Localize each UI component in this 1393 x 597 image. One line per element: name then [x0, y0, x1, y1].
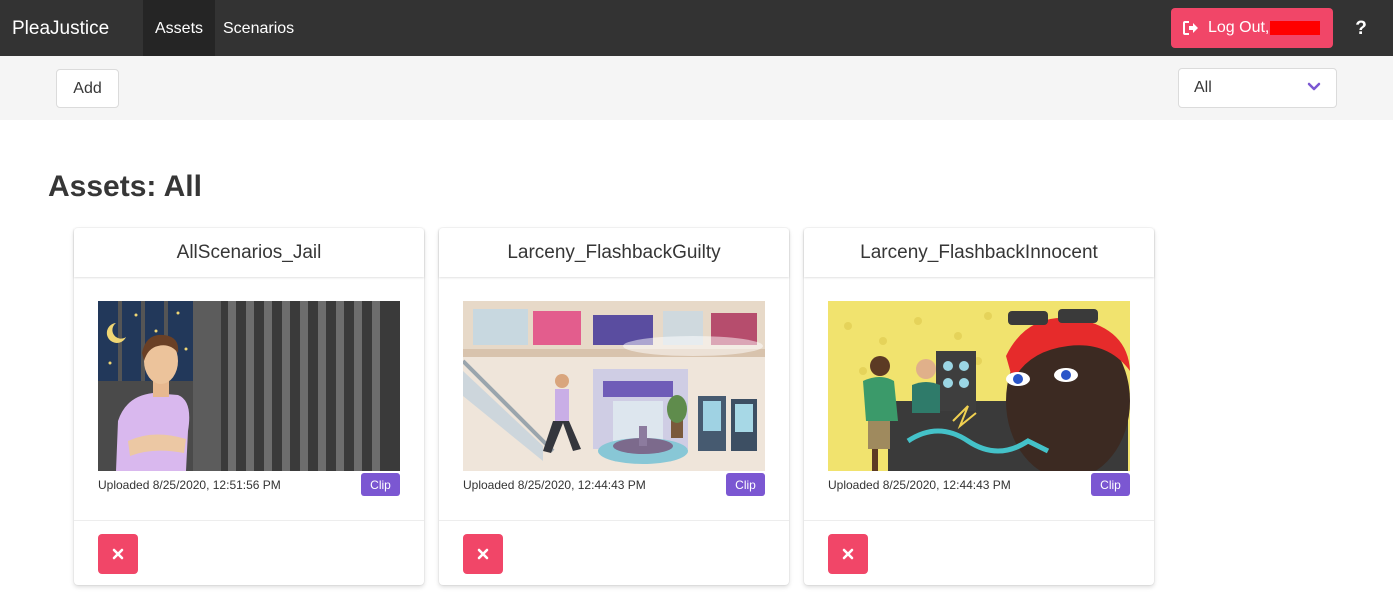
close-icon — [112, 548, 124, 560]
delete-asset-button[interactable] — [828, 534, 868, 574]
mall-scene-image — [463, 301, 765, 471]
chevron-down-icon — [1307, 82, 1321, 91]
delete-asset-button[interactable] — [463, 534, 503, 574]
close-icon — [477, 548, 489, 560]
upload-timestamp: Uploaded 8/25/2020, 12:51:56 PM — [98, 478, 281, 492]
asset-type-tag: Clip — [1091, 473, 1130, 496]
asset-card: AllScenarios_Jail Uploaded 8/25/2020, 12… — [74, 228, 424, 585]
nav-scenarios[interactable]: Scenarios — [211, 0, 306, 56]
asset-type-tag: Clip — [726, 473, 765, 496]
asset-thumbnail[interactable] — [828, 301, 1130, 471]
asset-card-title: AllScenarios_Jail — [74, 228, 424, 277]
asset-thumbnail[interactable] — [463, 301, 765, 471]
asset-thumbnail[interactable] — [98, 301, 400, 471]
asset-card-footer — [74, 520, 424, 585]
close-icon — [842, 548, 854, 560]
asset-card-title: Larceny_FlashbackGuilty — [439, 228, 789, 277]
asset-card-title: Larceny_FlashbackInnocent — [804, 228, 1154, 277]
add-button[interactable]: Add — [56, 69, 119, 108]
top-navbar: PleaJustice Assets Scenarios Log Out, ? — [0, 0, 1393, 56]
asset-filter-select[interactable]: All — [1178, 68, 1337, 108]
sign-out-icon — [1183, 21, 1198, 35]
logout-button[interactable]: Log Out, — [1171, 8, 1333, 48]
store-scene-image — [828, 301, 1130, 471]
asset-toolbar: Add All — [0, 56, 1393, 120]
jail-scene-image — [98, 301, 400, 471]
asset-card: Larceny_FlashbackGuilty Uploaded 8/25/20… — [439, 228, 789, 585]
logout-label: Log Out, — [1208, 19, 1270, 36]
delete-asset-button[interactable] — [98, 534, 138, 574]
page-title: Assets: All — [48, 170, 202, 203]
asset-card-footer — [804, 520, 1154, 585]
asset-card-footer — [439, 520, 789, 585]
redacted-username — [1270, 21, 1321, 35]
help-link[interactable]: ? — [1352, 0, 1370, 56]
brand-logo[interactable]: PleaJustice — [12, 0, 109, 56]
filter-selected-value: All — [1194, 79, 1212, 96]
upload-timestamp: Uploaded 8/25/2020, 12:44:43 PM — [828, 478, 1011, 492]
nav-assets[interactable]: Assets — [143, 0, 216, 56]
upload-timestamp: Uploaded 8/25/2020, 12:44:43 PM — [463, 478, 646, 492]
asset-type-tag: Clip — [361, 473, 400, 496]
asset-card: Larceny_FlashbackInnocent Uploaded 8/25/… — [804, 228, 1154, 585]
